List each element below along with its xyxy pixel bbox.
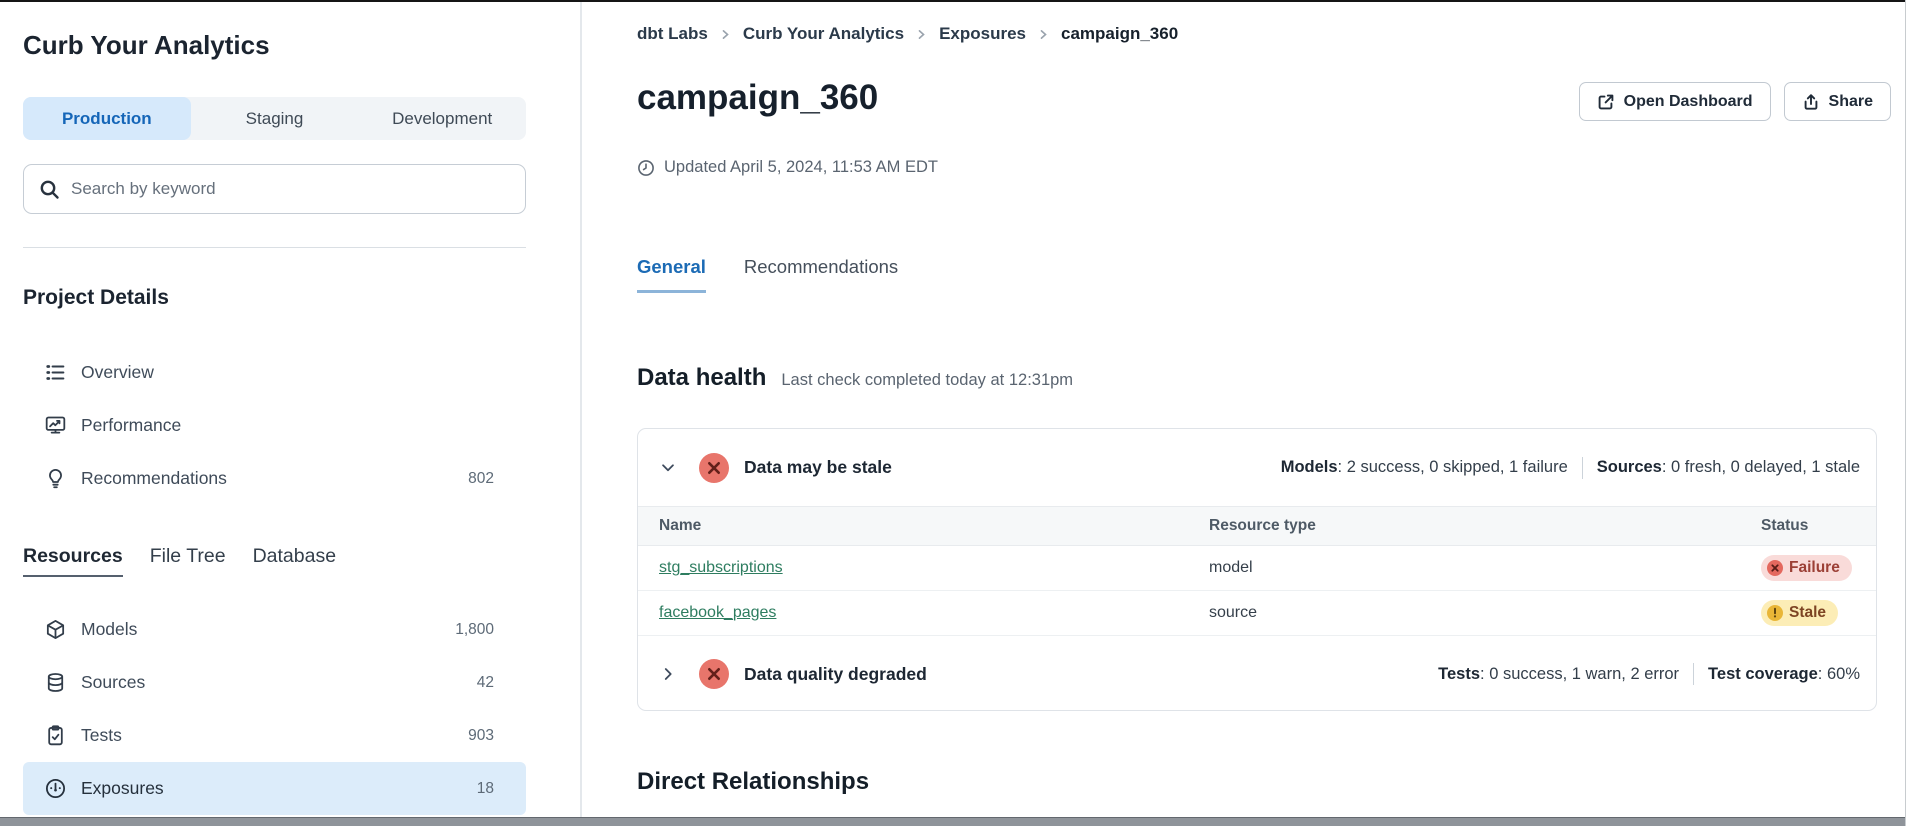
item-count: 1,800 [455, 621, 494, 639]
database-icon [45, 672, 66, 693]
window-bottom-edge [0, 817, 1905, 826]
data-health-header: Data health Last check completed today a… [637, 364, 1073, 392]
item-count: 903 [468, 727, 494, 745]
main-content: dbt Labs Curb Your Analytics Exposures c… [582, 2, 1905, 817]
clipboard-check-icon [45, 725, 66, 746]
status-label: Failure [1789, 559, 1840, 577]
tab-resources[interactable]: Resources [23, 545, 123, 577]
sidebar-item-sources[interactable]: Sources 42 [23, 656, 526, 709]
table-row: stg_subscriptions model Failure [638, 546, 1876, 591]
breadcrumb-current: campaign_360 [1061, 24, 1178, 44]
error-circle-icon [699, 453, 729, 483]
env-tab-production[interactable]: Production [23, 97, 191, 140]
search-box[interactable] [23, 164, 526, 214]
breadcrumb: dbt Labs Curb Your Analytics Exposures c… [637, 24, 1178, 44]
app-window: Curb Your Analytics Production Staging D… [0, 0, 1906, 826]
col-resource-type: Resource type [1209, 517, 1761, 535]
environment-switcher: Production Staging Development [23, 97, 526, 140]
tab-general[interactable]: General [637, 256, 706, 293]
table-row: facebook_pages source Stale [638, 591, 1876, 636]
chevron-right-icon [915, 28, 928, 41]
breadcrumb-item[interactable]: Curb Your Analytics [743, 24, 904, 44]
sidebar-item-label: Performance [81, 415, 181, 436]
sidebar-item-models[interactable]: Models 1,800 [23, 603, 526, 656]
resource-link[interactable]: facebook_pages [659, 604, 776, 621]
resource-type: source [1209, 604, 1761, 622]
updated-timestamp: Updated April 5, 2024, 11:53 AM EDT [637, 158, 938, 177]
stale-panel-header[interactable]: Data may be stale Models: 2 success, 0 s… [638, 429, 1876, 506]
clock-icon [637, 159, 655, 177]
sidebar-item-performance[interactable]: Performance [23, 399, 526, 452]
sidebar-item-tests[interactable]: Tests 903 [23, 709, 526, 762]
breadcrumb-item[interactable]: Exposures [939, 24, 1026, 44]
summary-divider [1582, 457, 1583, 479]
error-circle-icon [699, 659, 729, 689]
col-status: Status [1761, 517, 1860, 535]
breadcrumb-item[interactable]: dbt Labs [637, 24, 708, 44]
col-name: Name [659, 517, 1209, 535]
resource-type: model [1209, 559, 1761, 577]
share-button[interactable]: Share [1784, 82, 1891, 121]
item-count: 802 [468, 470, 494, 488]
search-input[interactable] [71, 179, 525, 199]
direct-relationships-heading: Direct Relationships [637, 768, 869, 796]
sidebar-item-overview[interactable]: Overview [23, 346, 526, 399]
search-icon [39, 179, 60, 200]
list-icon [45, 362, 66, 383]
item-count: 18 [477, 780, 494, 798]
failure-dot-icon [1767, 560, 1783, 576]
table-header: Name Resource type Status [638, 506, 1876, 546]
detail-tabs: General Recommendations [637, 256, 898, 293]
env-tab-staging[interactable]: Staging [191, 97, 359, 140]
summary-divider [1693, 663, 1694, 685]
sidebar-item-label: Models [81, 619, 137, 640]
cube-icon [45, 619, 66, 640]
page-actions: Open Dashboard Share [1579, 82, 1891, 121]
open-dashboard-label: Open Dashboard [1624, 93, 1753, 111]
page-title: campaign_360 [637, 78, 878, 118]
status-badge: Failure [1761, 555, 1852, 581]
chevron-right-icon[interactable] [659, 665, 677, 683]
sidebar: Curb Your Analytics Production Staging D… [0, 2, 580, 817]
performance-chart-icon [45, 415, 66, 436]
chevron-down-icon[interactable] [659, 459, 677, 477]
open-dashboard-button[interactable]: Open Dashboard [1579, 82, 1771, 121]
sidebar-item-label: Exposures [81, 778, 164, 799]
chevron-right-icon [1037, 28, 1050, 41]
tab-database[interactable]: Database [253, 545, 336, 577]
data-health-heading: Data health [637, 364, 766, 392]
tab-file-tree[interactable]: File Tree [150, 545, 226, 577]
sidebar-divider [23, 247, 526, 248]
project-name-title: Curb Your Analytics [23, 30, 270, 61]
status-badge: Stale [1761, 600, 1838, 626]
chevron-right-icon [719, 28, 732, 41]
share-icon [1802, 93, 1820, 111]
stale-panel-title: Data may be stale [744, 457, 892, 478]
gauge-icon [45, 778, 66, 799]
resource-link[interactable]: stg_subscriptions [659, 559, 783, 576]
stale-dot-icon [1767, 605, 1783, 621]
project-details-heading: Project Details [23, 286, 169, 310]
sidebar-item-label: Overview [81, 362, 154, 383]
sidebar-item-label: Tests [81, 725, 122, 746]
item-count: 42 [477, 674, 494, 692]
stale-panel-summary: Models: 2 success, 0 skipped, 1 failure … [1281, 457, 1860, 479]
resource-view-tabs: Resources File Tree Database [23, 545, 336, 577]
status-label: Stale [1789, 604, 1826, 622]
quality-panel-header[interactable]: Data quality degraded Tests: 0 success, … [638, 636, 1876, 712]
tab-recommendations[interactable]: Recommendations [744, 256, 898, 293]
sidebar-item-exposures[interactable]: Exposures 18 [23, 762, 526, 815]
quality-panel-summary: Tests: 0 success, 1 warn, 2 error Test c… [1438, 663, 1860, 685]
sidebar-item-label: Sources [81, 672, 145, 693]
lightbulb-icon [45, 468, 66, 489]
external-link-icon [1597, 93, 1615, 111]
window-top-edge [0, 0, 1905, 2]
last-check-text: Last check completed today at 12:31pm [781, 371, 1073, 390]
sidebar-item-label: Recommendations [81, 468, 227, 489]
quality-panel-title: Data quality degraded [744, 664, 927, 685]
data-health-card: Data may be stale Models: 2 success, 0 s… [637, 428, 1877, 711]
share-label: Share [1829, 93, 1873, 111]
sidebar-item-recommendations[interactable]: Recommendations 802 [23, 452, 526, 505]
env-tab-development[interactable]: Development [358, 97, 526, 140]
